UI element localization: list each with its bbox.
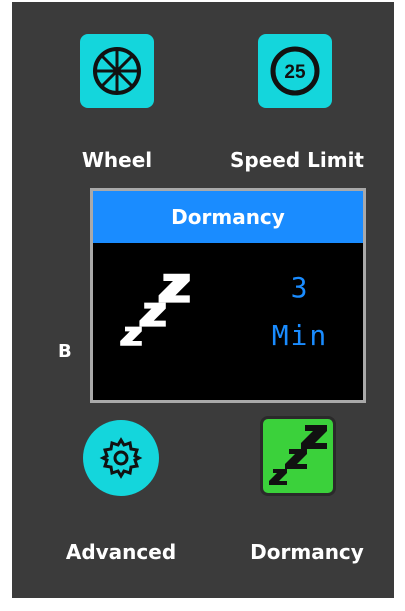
sleep-zzz-icon <box>120 273 190 346</box>
dormancy-label: Dormancy <box>250 540 364 564</box>
dormancy-button[interactable] <box>260 416 336 496</box>
speed-limit-badge: 25 <box>284 62 306 83</box>
advanced-label: Advanced <box>65 540 177 564</box>
speed-limit-button[interactable]: 25 <box>258 34 332 108</box>
wheel-icon <box>93 47 141 95</box>
speed-limit-label: Speed Limit <box>230 148 364 172</box>
partial-label: B <box>58 341 72 362</box>
dormancy-dialog: Dormancy 3 Min <box>90 188 366 403</box>
speed-limit-icon: 25 <box>270 46 320 96</box>
wheel-button[interactable] <box>80 34 154 108</box>
wheel-label: Wheel <box>81 148 153 172</box>
dormancy-value: 3 <box>290 271 310 304</box>
gear-icon <box>99 437 143 479</box>
dialog-title: Dormancy <box>93 191 363 243</box>
settings-screen: Wheel 25 Speed Limit B Advanced Dormancy <box>12 2 394 598</box>
sleep-zzz-icon <box>269 425 327 485</box>
advanced-button[interactable] <box>83 420 159 496</box>
dormancy-unit: Min <box>271 319 329 352</box>
